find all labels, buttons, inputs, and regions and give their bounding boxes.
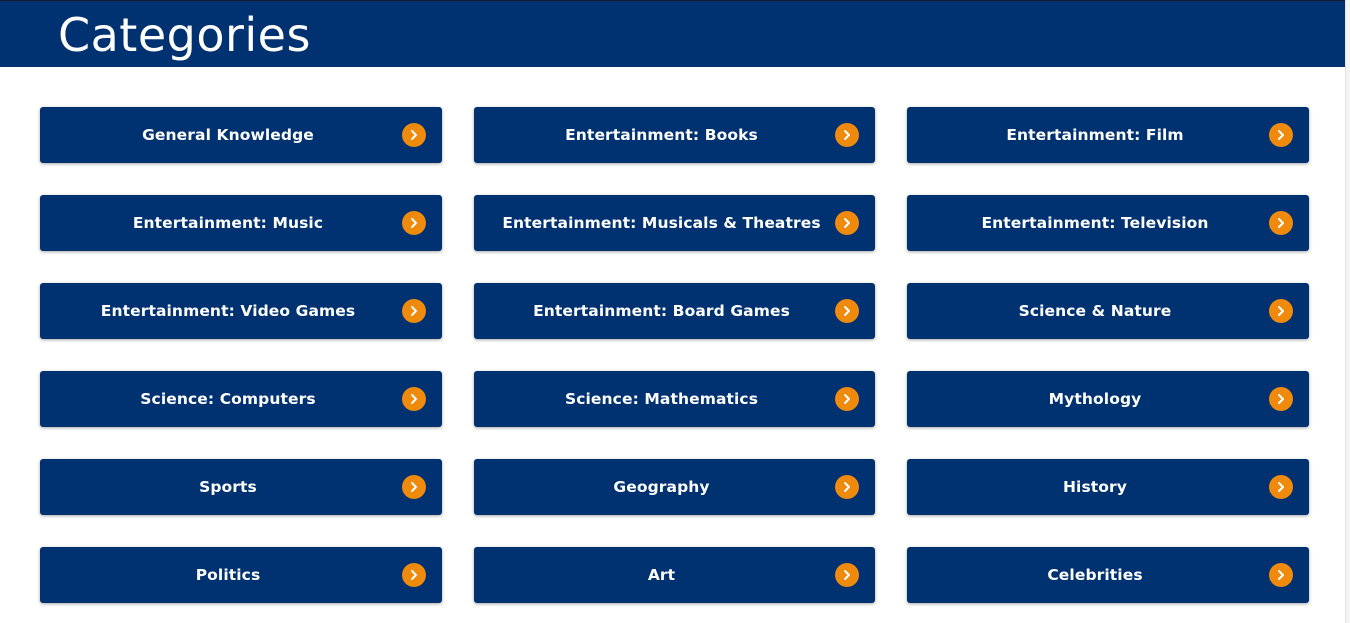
- category-label: Politics: [195, 566, 261, 584]
- category-label: Geography: [613, 478, 710, 496]
- category-button-art[interactable]: Art: [474, 547, 875, 603]
- chevron-right-icon: [402, 299, 426, 323]
- category-label: General Knowledge: [142, 126, 314, 144]
- category-button-science-computers[interactable]: Science: Computers: [40, 371, 442, 427]
- category-label: Art: [647, 566, 676, 584]
- chevron-right-icon: [402, 123, 426, 147]
- category-label: Science: Computers: [140, 390, 316, 408]
- category-button-entertainment-musicals-theatres[interactable]: Entertainment: Musicals & Theatres: [474, 195, 875, 251]
- chevron-right-icon: [835, 211, 859, 235]
- chevron-right-icon: [402, 475, 426, 499]
- category-button-entertainment-video-games[interactable]: Entertainment: Video Games: [40, 283, 442, 339]
- category-button-entertainment-film[interactable]: Entertainment: Film: [907, 107, 1309, 163]
- chevron-right-icon: [1269, 475, 1293, 499]
- chevron-right-icon: [402, 563, 426, 587]
- category-label: Sports: [199, 478, 257, 496]
- category-label: Entertainment: Musicals & Theatres: [502, 214, 821, 232]
- category-button-science-mathematics[interactable]: Science: Mathematics: [474, 371, 875, 427]
- chevron-right-icon: [1269, 299, 1293, 323]
- chevron-right-icon: [1269, 563, 1293, 587]
- category-label: Mythology: [1048, 390, 1142, 408]
- chevron-right-icon: [1269, 123, 1293, 147]
- scrollbar-track[interactable]: [1345, 0, 1350, 623]
- category-button-politics[interactable]: Politics: [40, 547, 442, 603]
- chevron-right-icon: [835, 475, 859, 499]
- chevron-right-icon: [1269, 211, 1293, 235]
- category-button-general-knowledge[interactable]: General Knowledge: [40, 107, 442, 163]
- category-button-geography[interactable]: Geography: [474, 459, 875, 515]
- category-button-science-nature[interactable]: Science & Nature: [907, 283, 1309, 339]
- category-button-entertainment-music[interactable]: Entertainment: Music: [40, 195, 442, 251]
- category-label: Entertainment: Video Games: [100, 302, 356, 320]
- category-button-entertainment-board-games[interactable]: Entertainment: Board Games: [474, 283, 875, 339]
- category-label: History: [1062, 478, 1128, 496]
- category-button-history[interactable]: History: [907, 459, 1309, 515]
- chevron-right-icon: [835, 563, 859, 587]
- chevron-right-icon: [402, 211, 426, 235]
- category-button-sports[interactable]: Sports: [40, 459, 442, 515]
- category-button-entertainment-books[interactable]: Entertainment: Books: [474, 107, 875, 163]
- category-label: Entertainment: Books: [565, 126, 758, 144]
- category-button-entertainment-television[interactable]: Entertainment: Television: [907, 195, 1309, 251]
- chevron-right-icon: [402, 387, 426, 411]
- page-title: Categories: [58, 8, 311, 62]
- chevron-right-icon: [835, 387, 859, 411]
- chevron-right-icon: [835, 299, 859, 323]
- category-label: Science & Nature: [1018, 302, 1172, 320]
- chevron-right-icon: [1269, 387, 1293, 411]
- category-label: Entertainment: Film: [1006, 126, 1184, 144]
- category-label: Entertainment: Board Games: [533, 302, 790, 320]
- category-label: Science: Mathematics: [564, 390, 759, 408]
- category-button-celebrities[interactable]: Celebrities: [907, 547, 1309, 603]
- category-label: Celebrities: [1047, 566, 1143, 584]
- category-label: Entertainment: Television: [981, 214, 1209, 232]
- category-button-mythology[interactable]: Mythology: [907, 371, 1309, 427]
- category-label: Entertainment: Music: [132, 214, 324, 232]
- category-grid: General Knowledge Entertainment: Books E…: [40, 107, 1309, 603]
- page-header: Categories: [0, 0, 1345, 67]
- chevron-right-icon: [835, 123, 859, 147]
